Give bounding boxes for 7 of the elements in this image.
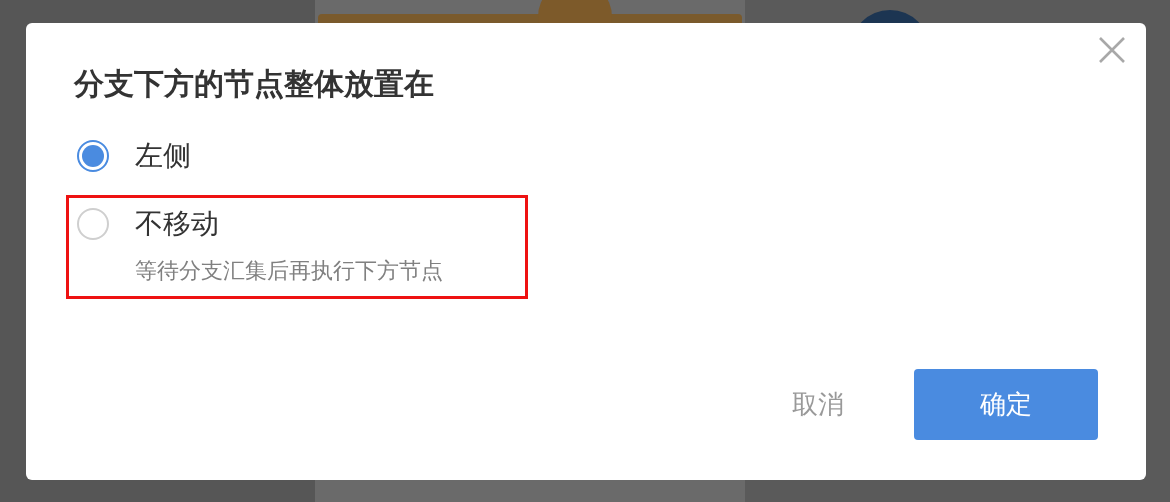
option-label[interactable]: 不移动 xyxy=(135,204,219,244)
option-label[interactable]: 左侧 xyxy=(135,136,191,176)
option-description: 等待分支汇集后再执行下方节点 xyxy=(135,257,444,285)
radio-button[interactable] xyxy=(77,208,109,240)
close-icon[interactable] xyxy=(1099,37,1125,63)
radio-button[interactable] xyxy=(77,140,109,172)
dialog-title: 分支下方的节点整体放置在 xyxy=(74,65,435,103)
